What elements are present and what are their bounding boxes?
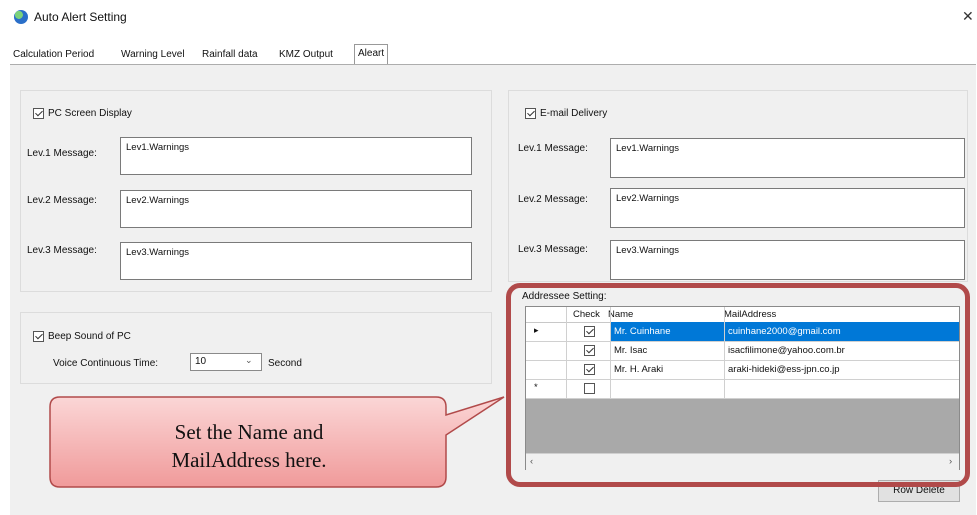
email-lev2-label: Lev.2 Message: (518, 194, 588, 205)
beep-group (20, 312, 492, 384)
pc-lev3-message-field[interactable]: Lev3.Warnings (120, 242, 472, 280)
tab-calculation-period[interactable]: Calculation Period (10, 46, 97, 64)
callout-line-1: Set the Name and (174, 420, 324, 444)
window-title: Auto Alert Setting (34, 10, 127, 24)
voice-time-select[interactable]: 10 ⌄ (190, 353, 262, 371)
voice-time-label: Voice Continuous Time: (53, 358, 159, 369)
pc-lev1-message-field[interactable]: Lev1.Warnings (120, 137, 472, 175)
chevron-down-icon: ⌄ (245, 355, 253, 365)
beep-checkbox[interactable] (33, 331, 44, 342)
beep-label: Beep Sound of PC (48, 331, 131, 342)
pc-screen-label: PC Screen Display (48, 108, 132, 119)
tab-rainfall-data[interactable]: Rainfall data (199, 46, 261, 64)
pc-lev2-message-field[interactable]: Lev2.Warnings (120, 190, 472, 228)
email-lev1-message-field[interactable]: Lev1.Warnings (610, 138, 965, 178)
globe-icon (14, 10, 28, 24)
pc-lev2-label: Lev.2 Message: (27, 195, 97, 206)
callout-line-2: MailAddress here. (171, 448, 327, 472)
tab-aleart[interactable]: Aleart (354, 44, 389, 65)
email-label: E-mail Delivery (540, 108, 608, 119)
email-lev3-message-field[interactable]: Lev3.Warnings (610, 240, 965, 280)
voice-time-unit: Second (268, 358, 302, 369)
window-titlebar: Auto Alert Setting ✕ (0, 0, 977, 38)
email-lev2-message-field[interactable]: Lev2.Warnings (610, 188, 965, 228)
email-lev3-label: Lev.3 Message: (518, 244, 588, 255)
tab-kmz-output[interactable]: KMZ Output (276, 46, 336, 64)
email-lev1-label: Lev.1 Message: (518, 143, 588, 154)
pc-lev3-label: Lev.3 Message: (27, 245, 97, 256)
voice-time-value: 10 (195, 356, 207, 367)
email-checkbox[interactable] (525, 108, 536, 119)
tab-warning-level[interactable]: Warning Level (118, 46, 188, 64)
pc-screen-checkbox[interactable] (33, 108, 44, 119)
highlight-frame (506, 283, 970, 487)
pc-lev1-label: Lev.1 Message: (27, 148, 97, 159)
close-icon[interactable]: ✕ (962, 8, 974, 25)
